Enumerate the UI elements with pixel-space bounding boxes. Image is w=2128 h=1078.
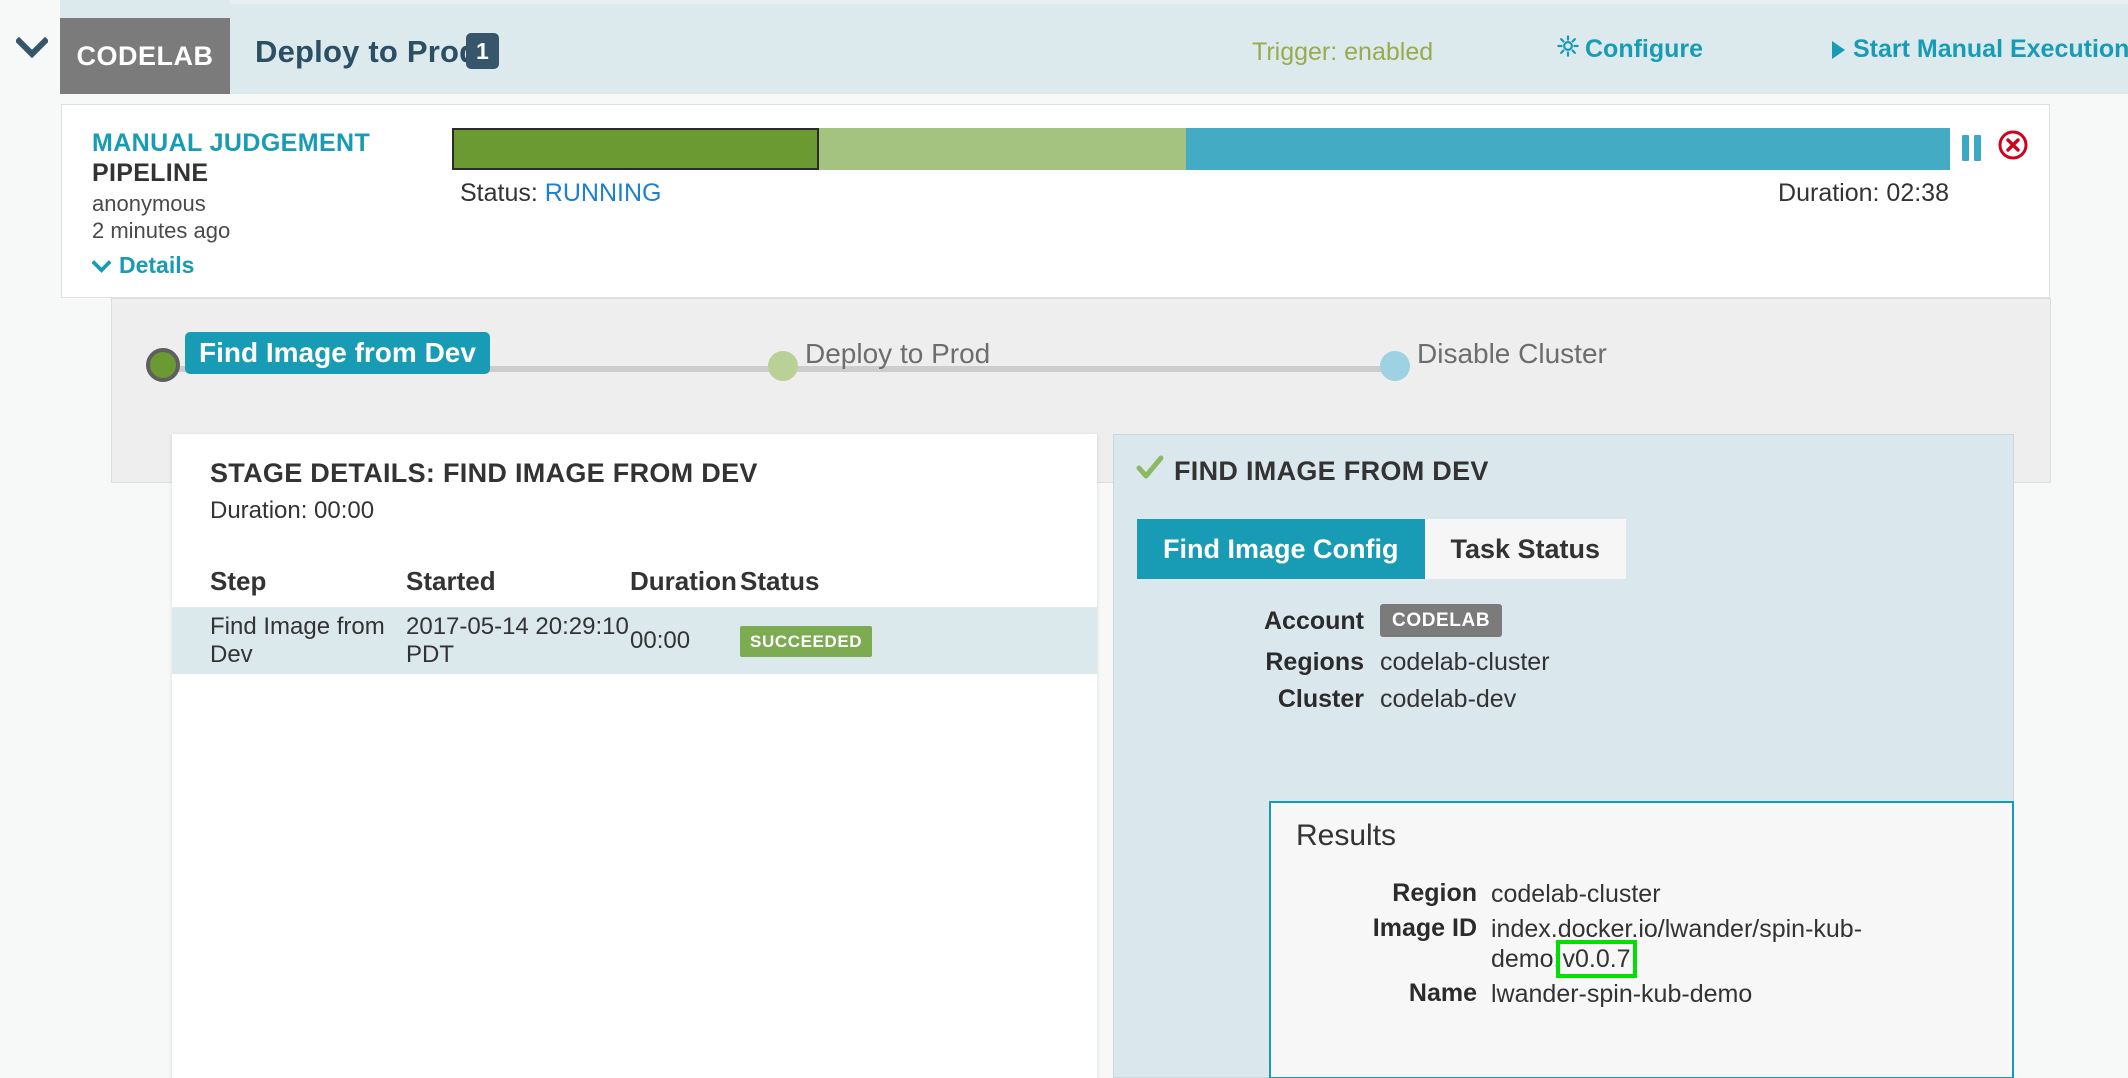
column-header-step: Step	[210, 566, 267, 596]
play-icon	[1832, 40, 1845, 59]
gear-icon	[1557, 35, 1579, 64]
config-field-list: Account CODELAB Regions codelab-cluster …	[1114, 604, 2015, 722]
results-title: Results	[1296, 819, 1397, 852]
page-title: Deploy to Prod	[255, 34, 479, 69]
column-header-status: Status	[740, 566, 820, 596]
config-panel-title: FIND IMAGE FROM DEV	[1136, 455, 1489, 488]
graph-label-find-image-from-dev[interactable]: Find Image from Dev	[185, 332, 490, 374]
account-tag[interactable]: CODELAB	[60, 18, 230, 94]
pause-icon[interactable]	[1962, 134, 1981, 161]
execution-progress-bar	[452, 128, 1950, 170]
execution-age: 2 minutes ago	[92, 218, 231, 243]
graph-label-disable-cluster[interactable]: Disable Cluster	[1417, 338, 1607, 370]
cell-status: SUCCEEDED	[740, 625, 940, 657]
field-value-cluster: codelab-dev	[1380, 685, 1517, 713]
progress-segment-find-image[interactable]	[452, 128, 819, 170]
field-cluster: Cluster codelab-dev	[1114, 685, 2015, 714]
execution-details-label: Details	[119, 252, 195, 278]
stage-details-title: STAGE DETAILS: FIND IMAGE FROM DEV	[210, 458, 758, 488]
image-tag-highlight: v0.0.7	[1556, 940, 1637, 978]
result-region: Region codelab-cluster	[1271, 879, 2016, 909]
image-id-prefix: index.docker.io/lwander/spin-kub-demo:	[1491, 915, 1863, 973]
status-badge: SUCCEEDED	[740, 625, 873, 657]
field-account: Account CODELAB	[1114, 604, 2015, 640]
execution-controls	[1962, 129, 2029, 166]
result-value-image-id: index.docker.io/lwander/spin-kub-demo:v0…	[1491, 914, 1911, 978]
app-header: CODELAB Deploy to Prod 1 Trigger: enable…	[0, 0, 2128, 94]
config-panel-title-label: FIND IMAGE FROM DEV	[1174, 456, 1489, 486]
field-label-account: Account	[1264, 607, 1364, 635]
result-value-region: codelab-cluster	[1491, 880, 1661, 908]
stage-details-panel: STAGE DETAILS: FIND IMAGE FROM DEV Durat…	[172, 434, 1097, 1078]
field-value-account: CODELAB	[1380, 604, 1503, 640]
stage-details-duration: Duration: 00:00	[210, 497, 375, 524]
chevron-down-icon[interactable]	[10, 28, 54, 68]
graph-node-deploy-to-prod[interactable]	[768, 351, 798, 381]
spinnaker-execution-view: CODELAB Deploy to Prod 1 Trigger: enable…	[0, 0, 2128, 1078]
results-field-list: Region codelab-cluster Image ID index.do…	[1271, 879, 2016, 1014]
start-manual-execution-button[interactable]: Start Manual Execution	[1832, 35, 2128, 64]
table-header-row: Step Started Duration Status	[172, 556, 1097, 608]
result-label-image-id: Image ID	[1372, 914, 1477, 942]
field-regions: Regions codelab-cluster	[1114, 648, 2015, 677]
cell-step: Find Image from Dev	[210, 613, 385, 668]
cell-duration: 00:00	[630, 627, 691, 654]
tab-task-status[interactable]: Task Status	[1424, 519, 1627, 579]
execution-user: anonymous	[92, 191, 206, 216]
header-top-edge	[230, 0, 2128, 4]
graph-node-find-image-from-dev[interactable]	[146, 348, 180, 382]
result-value-name: lwander-spin-kub-demo	[1491, 980, 1753, 1008]
progress-segment-disable[interactable]	[1186, 128, 1950, 170]
configure-button[interactable]: Configure	[1557, 35, 1703, 64]
check-icon	[1136, 455, 1164, 488]
execution-status-value: RUNNING	[544, 179, 662, 207]
execution-kind: PIPELINE	[92, 159, 209, 187]
progress-segment-deploy[interactable]	[819, 128, 1186, 170]
column-header-duration: Duration	[630, 566, 737, 596]
execution-summary-card: MANUAL JUDGEMENT PIPELINE anonymous 2 mi…	[61, 104, 2050, 298]
stage-config-panel: FIND IMAGE FROM DEV Find Image Config Ta…	[1113, 434, 2014, 1078]
table-row[interactable]: Find Image from Dev 2017-05-14 20:29:10 …	[172, 608, 1097, 674]
field-value-regions: codelab-cluster	[1380, 648, 1550, 676]
trigger-status: Trigger: enabled	[1252, 38, 1434, 66]
execution-duration: Duration: 02:38	[1778, 179, 1949, 207]
graph-node-disable-cluster[interactable]	[1380, 351, 1410, 381]
result-name: Name lwander-spin-kub-demo	[1271, 979, 2016, 1009]
field-label-cluster: Cluster	[1277, 685, 1364, 713]
tab-find-image-config[interactable]: Find Image Config	[1137, 519, 1425, 579]
stop-circle-icon[interactable]	[1997, 129, 2029, 166]
field-label-regions: Regions	[1265, 648, 1364, 676]
result-label-region: Region	[1392, 879, 1477, 907]
account-chip: CODELAB	[1380, 604, 1503, 637]
execution-status: Status: RUNNING	[460, 179, 661, 208]
config-panel-tabs: Find Image Config Task Status	[1137, 519, 1627, 579]
cell-started: 2017-05-14 20:29:10 PDT	[406, 613, 629, 668]
start-manual-execution-label: Start Manual Execution	[1853, 35, 2128, 63]
execution-status-label: Status:	[460, 179, 538, 207]
results-box: Results Region codelab-cluster Image ID …	[1269, 801, 2014, 1078]
execution-details-toggle[interactable]: Details	[91, 252, 195, 279]
execution-count-badge: 1	[466, 33, 499, 69]
result-label-name: Name	[1408, 979, 1477, 1007]
result-image-id: Image ID index.docker.io/lwander/spin-ku…	[1271, 914, 2016, 978]
configure-label: Configure	[1585, 35, 1704, 63]
graph-label-deploy-to-prod[interactable]: Deploy to Prod	[805, 338, 990, 370]
stage-steps-table: Step Started Duration Status Find Image …	[172, 556, 1097, 674]
column-header-started: Started	[406, 566, 496, 596]
execution-type: MANUAL JUDGEMENT	[92, 129, 371, 157]
chevron-down-icon	[91, 252, 112, 279]
